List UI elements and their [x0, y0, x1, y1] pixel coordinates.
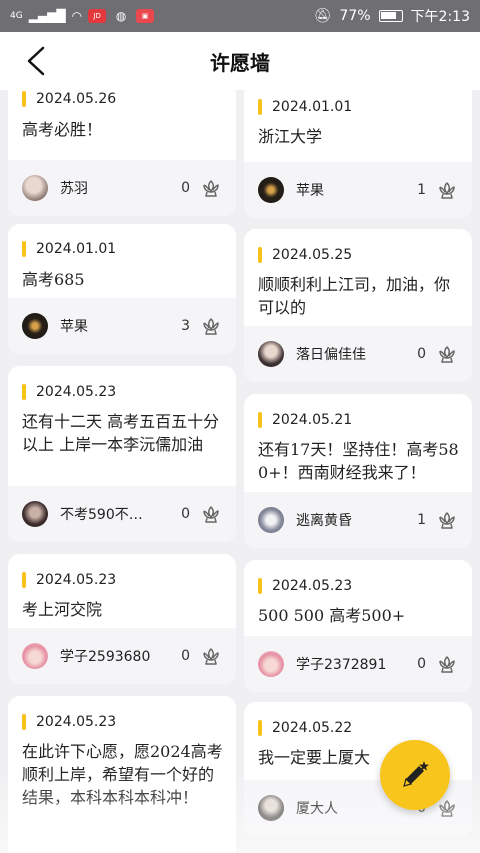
avatar[interactable] — [258, 341, 284, 367]
wish-card[interactable]: 2024.05.23 考上河交院 学子2593680 0 — [8, 554, 236, 684]
wish-footer: 逃离黄昏 1 — [244, 492, 472, 548]
user-name[interactable]: 逃离黄昏 — [296, 510, 392, 530]
wish-date: 2024.05.23 — [22, 713, 116, 731]
user-name[interactable]: 苹果 — [60, 316, 156, 336]
like-count: 1 — [417, 182, 426, 198]
avatar[interactable] — [258, 177, 284, 203]
avatar[interactable] — [22, 175, 48, 201]
avatar[interactable] — [22, 643, 48, 669]
avatar[interactable] — [22, 313, 48, 339]
avatar[interactable] — [258, 507, 284, 533]
app-notification-icon: ▣ — [136, 9, 155, 23]
lotus-like-icon[interactable] — [436, 179, 458, 201]
user-name[interactable]: 不考590不改名 — [60, 504, 156, 524]
user-name[interactable]: 厦大人 — [296, 798, 392, 818]
wish-text: 在此许下心愿，愿2024高考顺利上岸，希望有一个好的结果，本科本科本科冲！ — [22, 742, 223, 807]
like-count: 0 — [181, 180, 190, 196]
network-label: 4G — [10, 11, 23, 21]
wish-card[interactable]: 2024.05.23 500 500 高考500+ 学子2372891 0 — [244, 560, 472, 692]
back-button[interactable] — [20, 45, 52, 77]
wish-date: 2024.05.26 — [22, 90, 116, 108]
wish-date: 2024.01.01 — [258, 98, 352, 116]
battery-icon — [378, 10, 403, 22]
write-wish-button[interactable] — [380, 740, 450, 810]
wish-text: 高考必胜！ — [22, 120, 103, 139]
wish-footer: 苹果 1 — [244, 162, 472, 218]
lotus-like-icon[interactable] — [200, 177, 222, 199]
wish-card[interactable]: 2024.05.21 还有17天！坚持住！高考580+！西南财经我来了！ 逃离黄… — [244, 394, 472, 548]
wish-date: 2024.05.21 — [258, 411, 352, 429]
lotus-like-icon[interactable] — [200, 503, 222, 525]
wish-text: 高考685 — [22, 270, 85, 289]
wish-text: 浙江大学 — [258, 127, 323, 146]
like-count: 3 — [181, 318, 190, 334]
user-name[interactable]: 学子2593680 — [60, 646, 156, 666]
like-count: 0 — [181, 648, 190, 664]
wish-card[interactable]: 2024.01.01 浙江大学 苹果 1 — [244, 82, 472, 218]
chevron-left-icon — [27, 46, 45, 76]
mute-icon: 🔕︎ — [313, 8, 332, 24]
like-count: 0 — [417, 656, 426, 672]
wifi-icon: ◠ — [71, 9, 83, 23]
lotus-like-icon[interactable] — [200, 645, 222, 667]
avatar[interactable] — [22, 501, 48, 527]
wish-card[interactable]: 2024.05.23 在此许下心愿，愿2024高考顺利上岸，希望有一个好的结果，… — [8, 696, 236, 853]
status-bar: 4G ▂▄▆█ ◠ JD ◍ ▣ 🔕︎ 77% 下午2:13 — [0, 0, 480, 32]
lotus-like-icon[interactable] — [436, 653, 458, 675]
wish-footer: 不考590不改名 0 — [8, 486, 236, 542]
wish-date: 2024.05.23 — [258, 577, 352, 595]
battery-percent: 77% — [339, 8, 371, 24]
page-title: 许愿墙 — [210, 50, 270, 75]
signal-icon: ▂▄▆█ — [28, 9, 66, 23]
lotus-like-icon[interactable] — [436, 509, 458, 531]
wish-footer: 学子2372891 0 — [244, 636, 472, 692]
avatar[interactable] — [258, 651, 284, 677]
lotus-like-icon[interactable] — [200, 315, 222, 337]
wish-date: 2024.05.25 — [258, 246, 352, 264]
user-name[interactable]: 苹果 — [296, 180, 392, 200]
lotus-like-icon[interactable] — [436, 343, 458, 365]
lotus-like-icon[interactable] — [436, 797, 458, 819]
wish-date: 2024.05.22 — [258, 719, 352, 737]
wish-text: 顺顺利利上江司，加油，你可以的 — [258, 275, 451, 317]
wish-text: 500 500 高考500+ — [258, 606, 406, 625]
user-name[interactable]: 学子2372891 — [296, 654, 392, 674]
jd-app-icon: JD — [88, 9, 107, 23]
wish-date: 2024.05.23 — [22, 383, 116, 401]
wish-date: 2024.01.01 — [22, 240, 116, 258]
like-count: 1 — [417, 512, 426, 528]
wechat-icon: ◍ — [115, 9, 127, 23]
avatar[interactable] — [258, 795, 284, 821]
wish-card[interactable]: 2024.05.26 高考必胜！ 苏羽 0 — [8, 82, 236, 216]
wish-footer: 学子2593680 0 — [8, 628, 236, 684]
wish-card[interactable]: 2024.05.25 顺顺利利上江司，加油，你可以的 落日偏佳佳 0 — [244, 229, 472, 382]
user-name[interactable]: 落日偏佳佳 — [296, 344, 392, 364]
wish-card[interactable]: 2024.05.23 还有十二天 高考五百五十分以上 上岸一本李沅儒加油 不考5… — [8, 366, 236, 542]
like-count: 0 — [181, 506, 190, 522]
wish-text: 还有十二天 高考五百五十分以上 上岸一本李沅儒加油 — [22, 412, 220, 454]
wish-date: 2024.05.23 — [22, 571, 116, 589]
like-count: 0 — [417, 346, 426, 362]
wish-text: 还有17天！坚持住！高考580+！西南财经我来了！ — [258, 440, 459, 482]
wish-footer: 落日偏佳佳 0 — [244, 326, 472, 382]
wish-footer: 苹果 3 — [8, 298, 236, 354]
wish-text: 考上河交院 — [22, 600, 103, 619]
pencil-icon — [403, 761, 429, 787]
clock: 下午2:13 — [410, 9, 470, 25]
wish-card[interactable]: 2024.01.01 高考685 苹果 3 — [8, 224, 236, 354]
wish-footer: 苏羽 0 — [8, 160, 236, 216]
user-name[interactable]: 苏羽 — [60, 178, 156, 198]
